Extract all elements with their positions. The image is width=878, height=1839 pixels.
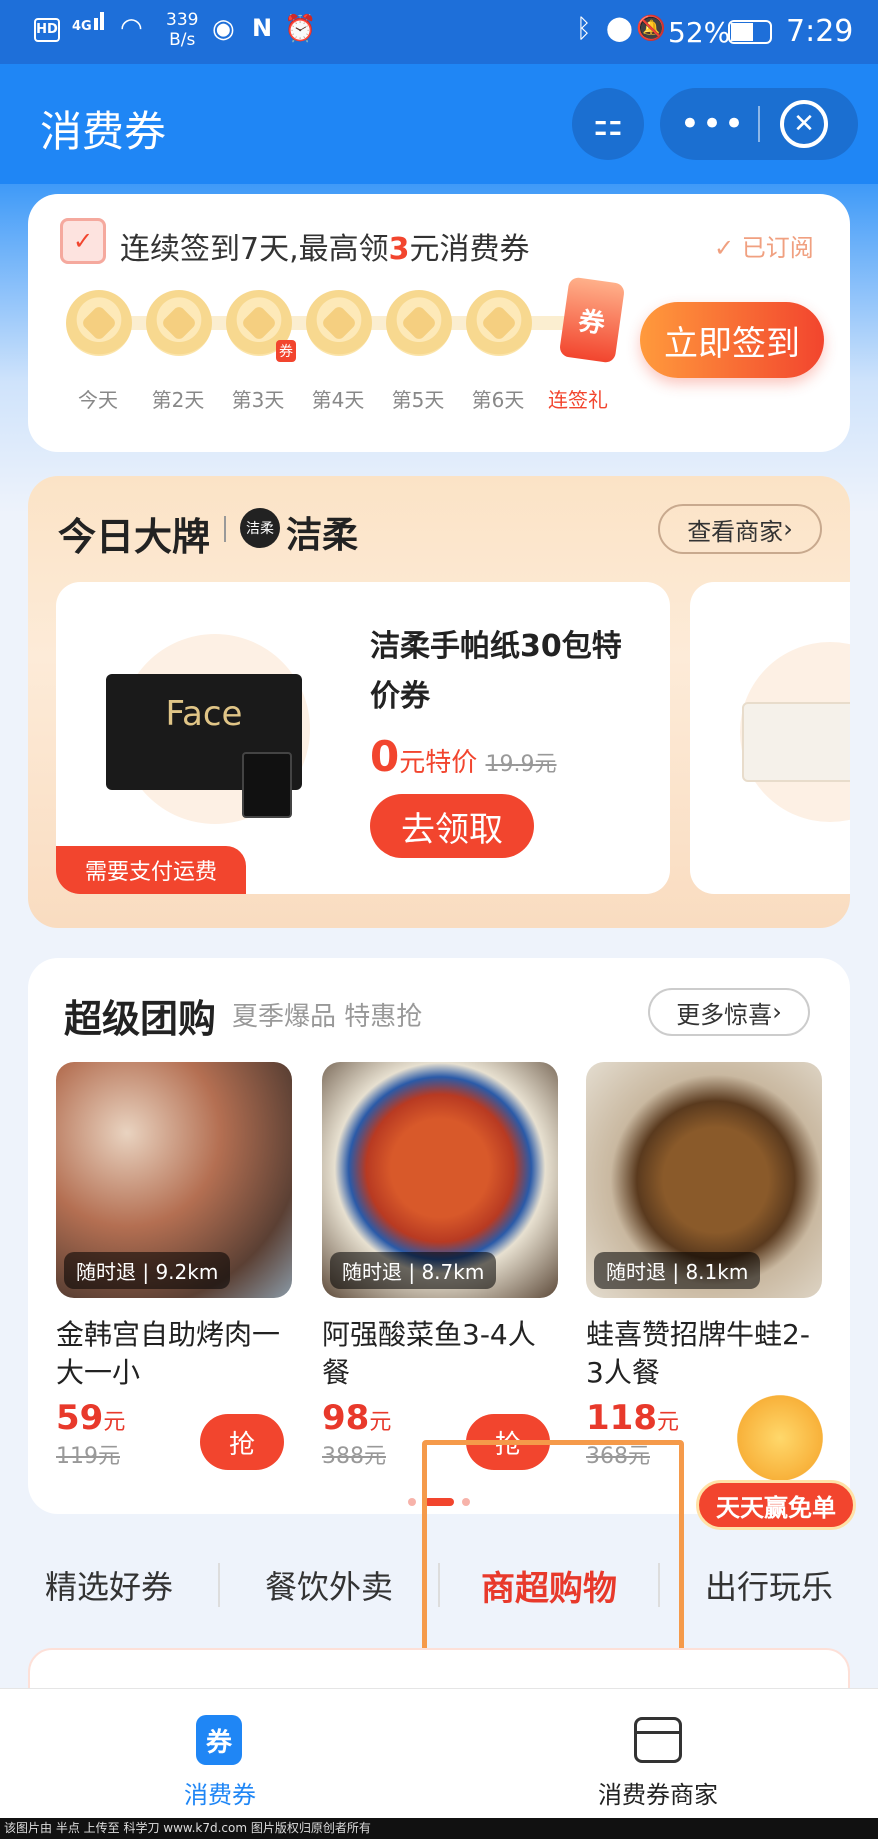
grab-button[interactable]: 抢 bbox=[200, 1414, 284, 1470]
location-icon: ⬤ bbox=[606, 14, 633, 42]
nav-label: 消费券 bbox=[184, 1781, 256, 1809]
view-merchant-button[interactable]: 查看商家 › bbox=[658, 504, 822, 554]
page-title: 消费券 bbox=[40, 107, 167, 156]
bottom-nav: 券 消费券 消费券商家 bbox=[0, 1688, 878, 1818]
deal-item[interactable]: 随时退 | 8.7km 阿强酸菜鱼3-4人餐 98元 388元 抢 bbox=[322, 1062, 558, 1470]
coupon-icon: 券 bbox=[196, 1715, 242, 1765]
app-header: 消费券 ⚏ ••• ✕ bbox=[0, 64, 878, 184]
day-label-bonus: 连签礼 bbox=[548, 388, 608, 412]
day-coin: 券 bbox=[226, 290, 296, 362]
tab-travel-leisure[interactable]: 出行玩乐 bbox=[660, 1548, 878, 1622]
alarm-icon: ⏰ bbox=[284, 14, 317, 44]
hd-icon: HD bbox=[34, 18, 60, 42]
brand-section-title: 今日大牌 bbox=[58, 515, 211, 559]
eye-icon: ◉ bbox=[212, 14, 235, 44]
bluetooth-icon: ᛒ bbox=[576, 14, 592, 44]
product-card-next[interactable] bbox=[690, 582, 850, 894]
clock: 7:29 bbox=[786, 14, 854, 49]
day-coin bbox=[306, 290, 372, 356]
day-coin bbox=[466, 290, 532, 356]
checkin-progress: 券 券 bbox=[66, 276, 626, 364]
brand-name: 洁柔 bbox=[286, 515, 359, 556]
product-price: 0元特价 19.9元 bbox=[370, 732, 557, 781]
deal-name: 蛙喜赞招牌牛蛙2-3人餐 bbox=[586, 1318, 810, 1389]
brand-card: 今日大牌 洁柔 洁柔 查看商家 › Face 洁柔手帕纸30包特价券 0元特价 … bbox=[28, 476, 850, 928]
scan-button[interactable]: ⚏ bbox=[572, 88, 644, 160]
capsule-menu: ••• ✕ bbox=[660, 88, 858, 160]
close-icon[interactable]: ✕ bbox=[780, 100, 828, 148]
group-subtitle: 夏季爆品 特惠抢 bbox=[232, 1002, 423, 1032]
deal-tag: 随时退 | 9.2km bbox=[64, 1252, 231, 1289]
more-icon[interactable]: ••• bbox=[670, 88, 756, 160]
day-coin bbox=[386, 290, 452, 356]
nfc-icon: N bbox=[252, 14, 273, 42]
day-label: 第2天 bbox=[151, 388, 205, 412]
day-label: 第4天 bbox=[311, 388, 365, 412]
gift-coupon-icon: 券 bbox=[558, 276, 626, 364]
nav-label: 消费券商家 bbox=[598, 1781, 718, 1809]
product-image-pack bbox=[242, 752, 292, 818]
mute-icon: 🔕 bbox=[636, 14, 666, 42]
status-bar: HD 4G ◠ 339 B/s ◉ N ⏰ ᛒ ⬤ 🔕 52% 7:29 bbox=[0, 0, 878, 64]
tissue-box-image bbox=[742, 702, 850, 782]
signal-icon: 4G bbox=[72, 12, 106, 42]
deal-name: 金韩宫自助烤肉一大一小 bbox=[56, 1318, 281, 1389]
deal-tag: 随时退 | 8.1km bbox=[594, 1252, 761, 1289]
group-title: 超级团购 bbox=[64, 997, 217, 1041]
burger-icon bbox=[730, 1388, 830, 1488]
store-icon bbox=[634, 1717, 682, 1763]
claim-button[interactable]: 去领取 bbox=[370, 794, 534, 858]
promo-label: 天天赢免单 bbox=[696, 1480, 856, 1530]
day-label: 今天 bbox=[78, 388, 118, 412]
wifi-icon: ◠ bbox=[120, 13, 143, 43]
nav-item-coupons[interactable]: 券 消费券 bbox=[140, 1715, 300, 1811]
checkin-button[interactable]: 立即签到 bbox=[640, 302, 824, 378]
day-label: 第5天 bbox=[391, 388, 445, 412]
free-order-promo[interactable]: 天天赢免单 bbox=[690, 1388, 868, 1534]
tab-food-delivery[interactable]: 餐饮外卖 bbox=[220, 1548, 438, 1622]
subscribed-label[interactable]: ✓ 已订阅 bbox=[714, 228, 814, 263]
day-coin bbox=[66, 290, 132, 356]
more-surprise-button[interactable]: 更多惊喜 › bbox=[648, 988, 810, 1036]
calendar-icon: ✓ bbox=[60, 218, 106, 264]
title-divider bbox=[224, 516, 226, 542]
checkin-title: 连续签到7天,最高领3元消费券 bbox=[120, 232, 530, 267]
battery-icon bbox=[728, 20, 772, 44]
nav-item-merchants[interactable]: 消费券商家 bbox=[578, 1715, 738, 1811]
day-label: 第3天 bbox=[231, 388, 285, 412]
battery-text: 52% bbox=[668, 16, 731, 49]
deal-item[interactable]: 随时退 | 9.2km 金韩宫自助烤肉一大一小 59元 119元 抢 bbox=[56, 1062, 292, 1470]
net-speed: 339 B/s bbox=[166, 10, 199, 50]
watermark: 该图片由 半点 上传至 科学刀 www.k7d.com 图片版权归原创者所有 bbox=[0, 1818, 878, 1839]
brand-logo: 洁柔 bbox=[240, 508, 280, 548]
deal-name: 阿强酸菜鱼3-4人餐 bbox=[322, 1318, 536, 1389]
day-coin bbox=[146, 290, 212, 356]
capsule-divider bbox=[758, 106, 760, 142]
day-label: 第6天 bbox=[471, 388, 525, 412]
product-card[interactable]: Face 洁柔手帕纸30包特价券 0元特价 19.9元 去领取 需要支付运费 bbox=[56, 582, 670, 894]
tab-selected-coupons[interactable]: 精选好券 bbox=[0, 1548, 218, 1622]
deal-tag: 随时退 | 8.7km bbox=[330, 1252, 497, 1289]
checkin-card: ✓ 连续签到7天,最高领3元消费券 ✓ 已订阅 券 券 今天 第2天 第3天 第… bbox=[28, 194, 850, 452]
product-title: 洁柔手帕纸30包特价券 bbox=[370, 629, 622, 714]
day-labels: 今天 第2天 第3天 第4天 第5天 第6天 连签礼 bbox=[58, 384, 618, 413]
scan-icon: ⚏ bbox=[592, 104, 624, 144]
highlight-box bbox=[422, 1440, 684, 1666]
shipping-tag: 需要支付运费 bbox=[56, 846, 246, 894]
